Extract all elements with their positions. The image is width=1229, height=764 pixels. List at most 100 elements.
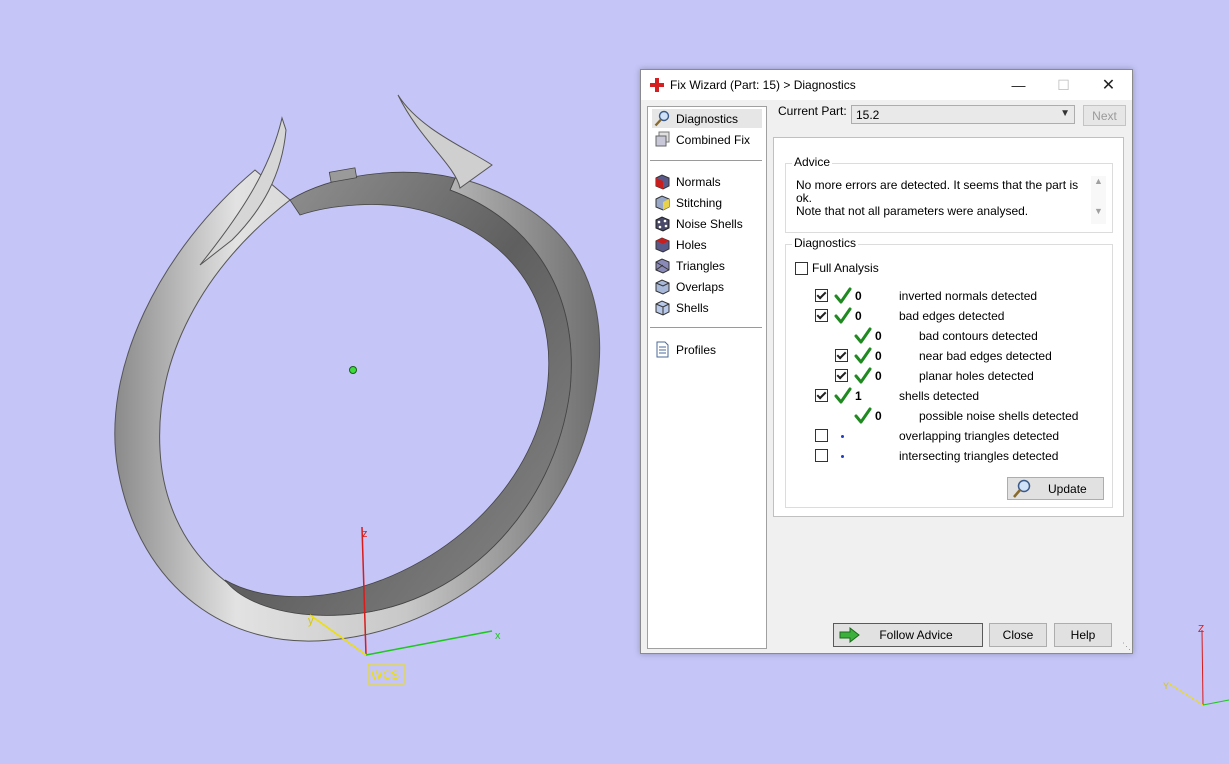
fix-wizard-dialog: Fix Wizard (Part: 15) > Diagnostics — ☐ …	[640, 69, 1133, 654]
green-check-icon	[854, 347, 872, 365]
mini-axis-z-label: Z	[1198, 624, 1204, 635]
row-count: 0	[875, 329, 882, 343]
row-label: bad edges detected	[899, 309, 1005, 323]
maximize-button[interactable]: ☐	[1041, 70, 1086, 100]
diagnostic-row: overlapping triangles detected	[786, 427, 1112, 445]
diagnostic-row: 0 bad contours detected	[786, 327, 1112, 345]
row-count: 0	[875, 409, 882, 423]
green-check-icon	[834, 307, 852, 325]
current-part-label: Current Part:	[778, 104, 847, 118]
axis-x-label: x	[495, 630, 501, 642]
diagnostic-row: 1 shells detected	[786, 387, 1112, 405]
center-marker	[349, 366, 357, 374]
nav-separator	[650, 160, 762, 161]
stitching-cube-icon	[655, 195, 670, 211]
full-analysis-label: Full Analysis	[812, 261, 879, 275]
axis-y-label: y	[308, 615, 314, 627]
row-checkbox[interactable]	[815, 389, 828, 402]
resize-grip-icon[interactable]: ⋱	[1122, 641, 1131, 652]
diagnostic-row: 0 planar holes detected	[786, 367, 1112, 385]
nav-item-shells[interactable]: Shells	[652, 298, 762, 317]
nav-item-overlaps[interactable]: Overlaps	[652, 277, 762, 296]
update-button[interactable]: Update	[1007, 477, 1104, 500]
row-label: intersecting triangles detected	[899, 449, 1059, 463]
diagnostic-row: 0 inverted normals detected	[786, 287, 1112, 305]
row-count: 0	[875, 369, 882, 383]
row-checkbox[interactable]	[815, 309, 828, 322]
close-button[interactable]: Close	[989, 623, 1047, 647]
row-label: near bad edges detected	[919, 349, 1052, 363]
current-part-value: 15.2	[856, 107, 880, 122]
row-checkbox[interactable]	[815, 429, 828, 442]
checkbox[interactable]	[795, 261, 808, 275]
advice-line: Note that not all parameters were analys…	[796, 204, 1029, 218]
window-title: Fix Wizard (Part: 15) > Diagnostics	[670, 78, 856, 92]
current-part-select[interactable]: 15.2 ▼	[851, 105, 1075, 124]
green-check-icon	[834, 287, 852, 305]
normals-cube-icon	[655, 174, 670, 190]
row-count: 0	[855, 289, 862, 303]
follow-advice-label: Follow Advice	[879, 628, 953, 642]
row-count: 1	[855, 389, 862, 403]
help-button[interactable]: Help	[1054, 623, 1112, 647]
row-label: shells detected	[899, 389, 980, 403]
follow-advice-button[interactable]: Follow Advice	[833, 623, 983, 647]
row-count: 0	[875, 349, 882, 363]
advice-group: Advice No more errors are detected. It s…	[785, 155, 1113, 233]
advice-scrollbar[interactable]: ▲ ▼	[1091, 176, 1106, 224]
ring-model[interactable]	[114, 94, 601, 642]
axis-z-label: z	[362, 528, 368, 540]
diagnostic-row: 0 near bad edges detected	[786, 347, 1112, 365]
nav-item-holes[interactable]: Holes	[652, 235, 762, 254]
row-count: 0	[855, 309, 862, 323]
close-window-button[interactable]: ✕	[1086, 70, 1131, 100]
row-checkbox[interactable]	[835, 349, 848, 362]
diagnostic-row: intersecting triangles detected	[786, 447, 1112, 465]
row-label: planar holes detected	[919, 369, 1034, 383]
minimize-button[interactable]: —	[996, 70, 1041, 100]
scroll-down-icon[interactable]: ▼	[1091, 206, 1106, 216]
mini-axis-y-label: Y	[1163, 681, 1169, 691]
nav-item-noise-shells[interactable]: Noise Shells	[652, 214, 762, 233]
nav-item-diagnostics[interactable]: Diagnostics	[652, 109, 762, 128]
diagnostics-title: Diagnostics	[792, 236, 859, 250]
overlaps-cube-icon	[655, 279, 670, 295]
row-label: inverted normals detected	[899, 289, 1038, 303]
row-label: overlapping triangles detected	[899, 429, 1060, 443]
scroll-up-icon[interactable]: ▲	[1091, 176, 1106, 186]
holes-cube-icon	[655, 237, 670, 253]
row-checkbox[interactable]	[815, 449, 828, 462]
pending-dot-icon	[841, 455, 844, 458]
green-check-icon	[854, 367, 872, 385]
nav-item-profiles[interactable]: Profiles	[652, 340, 762, 359]
green-check-icon	[854, 407, 872, 425]
orientation-axes: Z Y	[1163, 624, 1229, 706]
row-label: bad contours detected	[919, 329, 1038, 343]
nav-item-combined-fix[interactable]: Combined Fix	[652, 130, 762, 149]
title-bar[interactable]: Fix Wizard (Part: 15) > Diagnostics — ☐ …	[641, 70, 1132, 100]
nav-item-triangles[interactable]: Triangles	[652, 256, 762, 275]
document-icon	[656, 341, 669, 358]
magnifier-icon	[654, 110, 670, 127]
full-analysis-checkbox[interactable]: Full Analysis	[795, 261, 879, 275]
wizard-nav: Diagnostics Combined Fix Normals Stitchi…	[647, 106, 767, 649]
triangles-cube-icon	[655, 258, 670, 274]
nav-item-stitching[interactable]: Stitching	[652, 193, 762, 212]
diagnostics-group: Diagnostics Full Analysis 0 inverted norm…	[785, 236, 1113, 508]
chevron-down-icon: ▼	[1060, 108, 1070, 119]
green-check-icon	[854, 327, 872, 345]
diagnostics-panel: Advice No more errors are detected. It s…	[773, 137, 1124, 517]
next-button[interactable]: Next	[1083, 105, 1126, 126]
row-checkbox[interactable]	[835, 369, 848, 382]
diagnostic-row: 0 possible noise shells detected	[786, 407, 1112, 425]
pending-dot-icon	[841, 435, 844, 438]
nav-separator	[650, 327, 762, 328]
nav-item-normals[interactable]: Normals	[652, 172, 762, 191]
noise-shells-icon	[655, 216, 670, 232]
update-label: Update	[1048, 482, 1087, 496]
magnifier-icon	[1013, 479, 1031, 498]
row-checkbox[interactable]	[815, 289, 828, 302]
green-arrow-icon	[839, 627, 860, 643]
advice-title: Advice	[792, 155, 833, 169]
wcs-label: WCS	[371, 668, 399, 682]
